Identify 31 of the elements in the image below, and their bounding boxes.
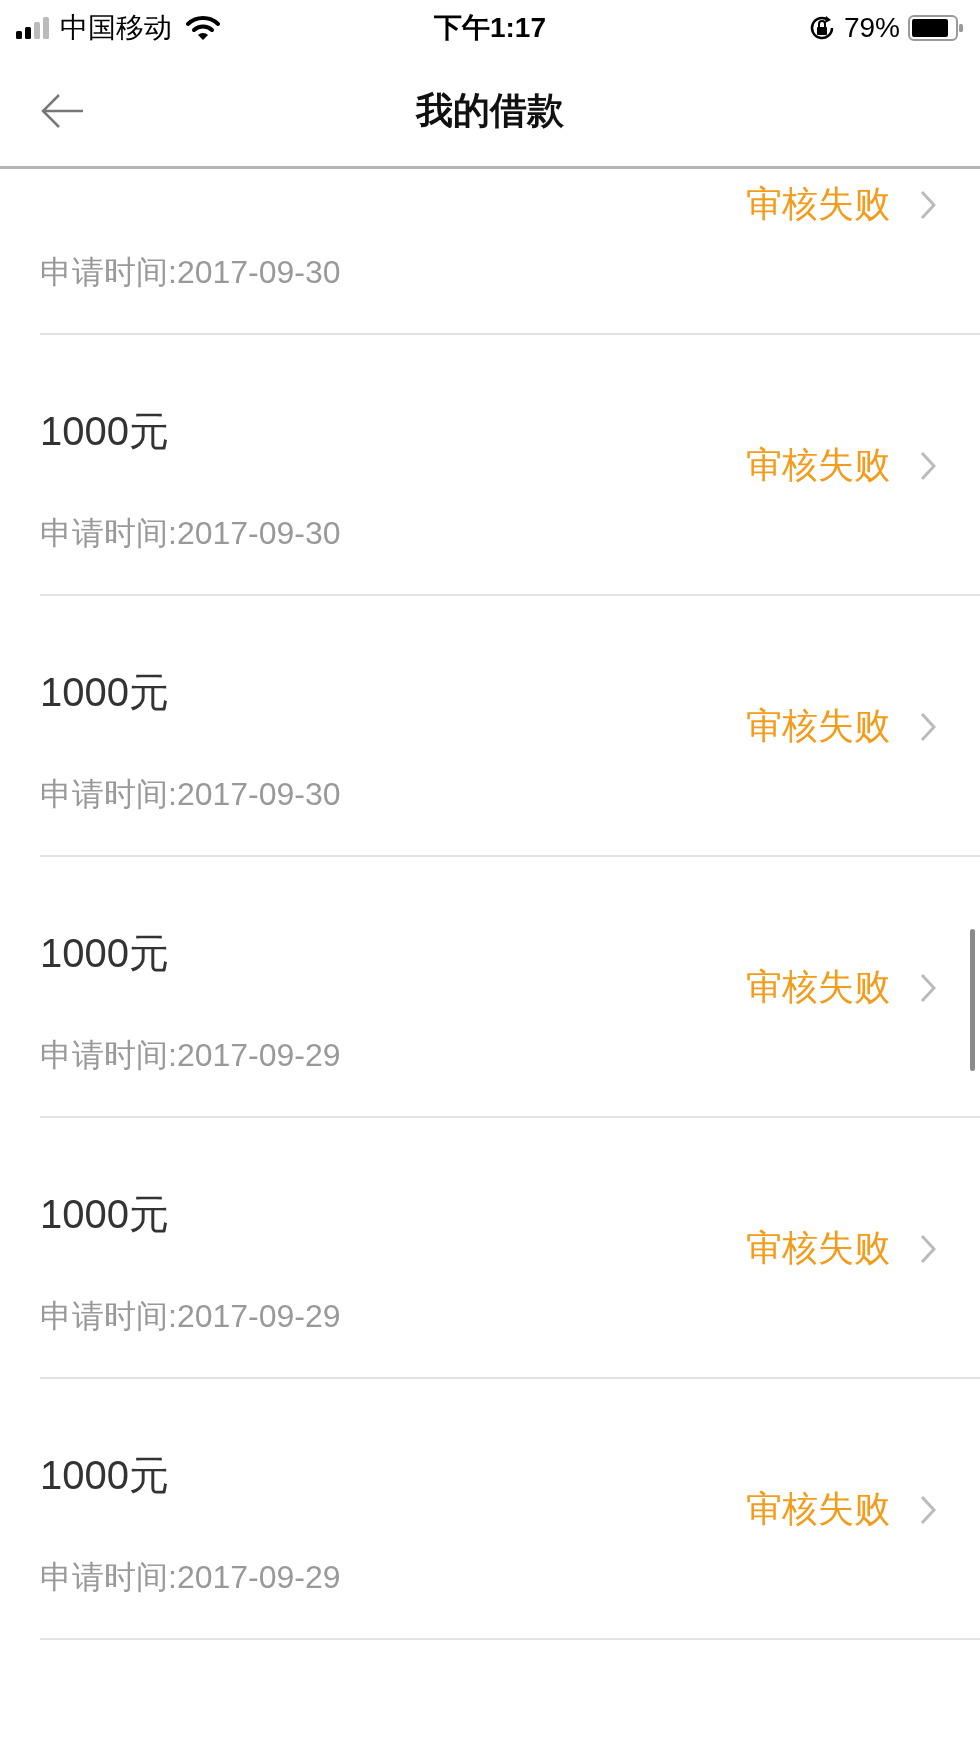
loan-amount: 1000元 xyxy=(40,1192,169,1236)
application-date: 申请时间:2017-09-29 xyxy=(40,1037,341,1073)
page-title: 我的借款 xyxy=(416,89,564,134)
review-status: 审核失败 xyxy=(746,967,890,1007)
loan-amount: 1000元 xyxy=(40,670,169,714)
application-date: 申请时间:2017-09-29 xyxy=(40,1298,341,1334)
loan-amount: 1000元 xyxy=(40,409,169,453)
back-arrow-icon xyxy=(41,93,85,129)
chevron-right-icon[interactable] xyxy=(920,190,936,220)
battery-icon xyxy=(908,15,964,41)
chevron-right-icon[interactable] xyxy=(920,712,936,742)
loan-amount: 1000元 xyxy=(40,1453,169,1497)
chevron-right-icon[interactable] xyxy=(920,1495,936,1525)
review-status: 审核失败 xyxy=(746,445,890,485)
review-status: 审核失败 xyxy=(746,1228,890,1268)
application-date: 申请时间:2017-09-30 xyxy=(40,776,341,812)
carrier-name: 中国移动 xyxy=(60,11,172,45)
battery-percent: 79% xyxy=(843,11,900,45)
review-status: 审核失败 xyxy=(746,706,890,746)
clock-time: 下午1:17 xyxy=(434,11,546,45)
chevron-right-icon[interactable] xyxy=(920,451,936,481)
loan-amount: 1000元 xyxy=(40,931,169,975)
application-date: 申请时间:2017-09-29 xyxy=(40,1559,341,1595)
chevron-right-icon[interactable] xyxy=(920,1234,936,1264)
wifi-icon xyxy=(186,15,220,41)
review-status: 审核失败 xyxy=(746,184,890,224)
application-date: 申请时间:2017-09-30 xyxy=(40,254,341,290)
review-status: 审核失败 xyxy=(746,1489,890,1529)
signal-icon xyxy=(16,17,52,39)
application-date: 申请时间:2017-09-30 xyxy=(40,515,341,551)
chevron-right-icon[interactable] xyxy=(920,973,936,1003)
